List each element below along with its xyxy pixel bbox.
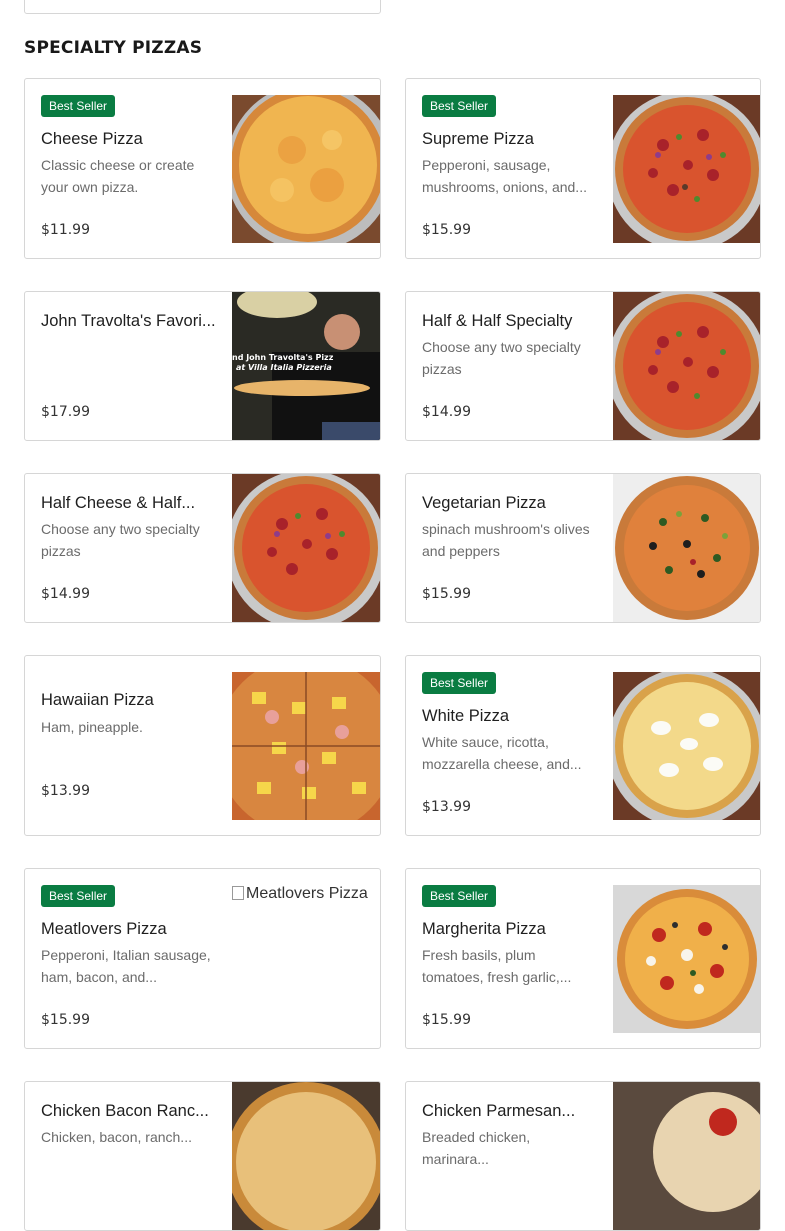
- item-price: $11.99: [41, 222, 90, 238]
- margherita-pizza-image: [613, 885, 760, 1033]
- chicken-bacon-pizza-image: [232, 1082, 380, 1230]
- best-seller-badge: Best Seller: [422, 95, 497, 117]
- image-alt-text: Meatlovers Pizza: [246, 885, 368, 902]
- cheese-pizza-image: [232, 95, 380, 243]
- menu-item-card[interactable]: Chicken Bacon Ranc... Chicken, bacon, ra…: [24, 1081, 381, 1231]
- item-description: Breaded chicken, marinara...: [422, 1129, 531, 1167]
- photo-caption-line1: nd John Travolta's Pizz: [232, 353, 334, 362]
- item-description: Pepperoni, sausage, mushrooms, onions, a…: [422, 157, 587, 195]
- item-name: Margherita Pizza: [422, 920, 546, 938]
- best-seller-badge: Best Seller: [41, 885, 116, 907]
- item-price: $17.99: [41, 404, 90, 420]
- supreme-pizza-image: [613, 95, 760, 243]
- item-name: Chicken Bacon Ranc...: [41, 1102, 209, 1120]
- item-price: $14.99: [422, 404, 471, 420]
- white-pizza-image: [613, 672, 760, 820]
- item-description: Pepperoni, Italian sausage, ham, bacon, …: [41, 947, 211, 985]
- menu-item-card[interactable]: Vegetarian Pizza spinach mushroom's oliv…: [405, 473, 761, 623]
- item-price: $14.99: [41, 586, 90, 602]
- menu-item-card[interactable]: Chicken Parmesan... Breaded chicken, mar…: [405, 1081, 761, 1231]
- item-price: $13.99: [41, 783, 90, 799]
- menu-item-card[interactable]: Best Seller Cheese Pizza Classic cheese …: [24, 78, 381, 259]
- photo-caption-line2: at Villa Italia Pizzeria: [236, 363, 332, 372]
- item-name: Vegetarian Pizza: [422, 494, 546, 512]
- item-price: $15.99: [422, 1012, 471, 1028]
- best-seller-badge: Best Seller: [422, 672, 497, 694]
- vegetarian-pizza-image: [613, 474, 760, 622]
- john-travolta-photo: nd John Travolta's Pizz at Villa Italia …: [232, 292, 380, 440]
- item-name: Cheese Pizza: [41, 130, 143, 148]
- item-name: Hawaiian Pizza: [41, 691, 154, 709]
- supreme-pizza-image: [232, 474, 380, 622]
- section-title: SPECIALTY PIZZAS: [24, 38, 203, 58]
- menu-item-card[interactable]: Half Cheese & Half... Choose any two spe…: [24, 473, 381, 623]
- item-name: Meatlovers Pizza: [41, 920, 167, 938]
- hawaiian-pizza-image: [232, 672, 380, 820]
- item-description: spinach mushroom's olives and peppers: [422, 521, 590, 559]
- item-description: Ham, pineapple.: [41, 719, 143, 735]
- item-name: John Travolta's Favori...: [41, 312, 216, 330]
- item-name: Chicken Parmesan...: [422, 1102, 576, 1120]
- broken-image-glyph: [232, 886, 244, 900]
- previous-menu-item-card[interactable]: [24, 0, 381, 14]
- item-description: Chicken, bacon, ranch...: [41, 1129, 192, 1145]
- best-seller-badge: Best Seller: [41, 95, 116, 117]
- menu-item-card[interactable]: Best Seller Meatlovers Pizza Pepperoni, …: [24, 868, 381, 1049]
- item-description: Choose any two specialty pizzas: [422, 339, 581, 377]
- supreme-pizza-image: [613, 292, 760, 440]
- item-price: $15.99: [422, 586, 471, 602]
- menu-item-card[interactable]: Best Seller Margherita Pizza Fresh basil…: [405, 868, 761, 1049]
- chicken-parm-pizza-image: [613, 1082, 760, 1230]
- menu-item-card[interactable]: John Travolta's Favori... $17.99 nd John…: [24, 291, 381, 441]
- item-name: White Pizza: [422, 707, 510, 725]
- item-price: $15.99: [41, 1012, 90, 1028]
- item-name: Supreme Pizza: [422, 130, 534, 148]
- item-description: Fresh basils, plum tomatoes, fresh garli…: [422, 947, 572, 985]
- broken-image-icon: Meatlovers Pizza: [232, 885, 380, 1033]
- menu-item-card[interactable]: Best Seller White Pizza White sauce, ric…: [405, 655, 761, 836]
- item-price: $13.99: [422, 799, 471, 815]
- item-price: $15.99: [422, 222, 471, 238]
- menu-item-card[interactable]: Hawaiian Pizza Ham, pineapple. $13.99: [24, 655, 381, 836]
- menu-item-card[interactable]: Best Seller Supreme Pizza Pepperoni, sau…: [405, 78, 761, 259]
- item-name: Half & Half Specialty: [422, 312, 573, 330]
- menu-item-card[interactable]: Half & Half Specialty Choose any two spe…: [405, 291, 761, 441]
- item-description: Choose any two specialty pizzas: [41, 521, 200, 559]
- item-name: Half Cheese & Half...: [41, 494, 196, 512]
- best-seller-badge: Best Seller: [422, 885, 497, 907]
- item-description: Classic cheese or create your own pizza.: [41, 157, 195, 195]
- item-description: White sauce, ricotta, mozzarella cheese,…: [422, 734, 582, 772]
